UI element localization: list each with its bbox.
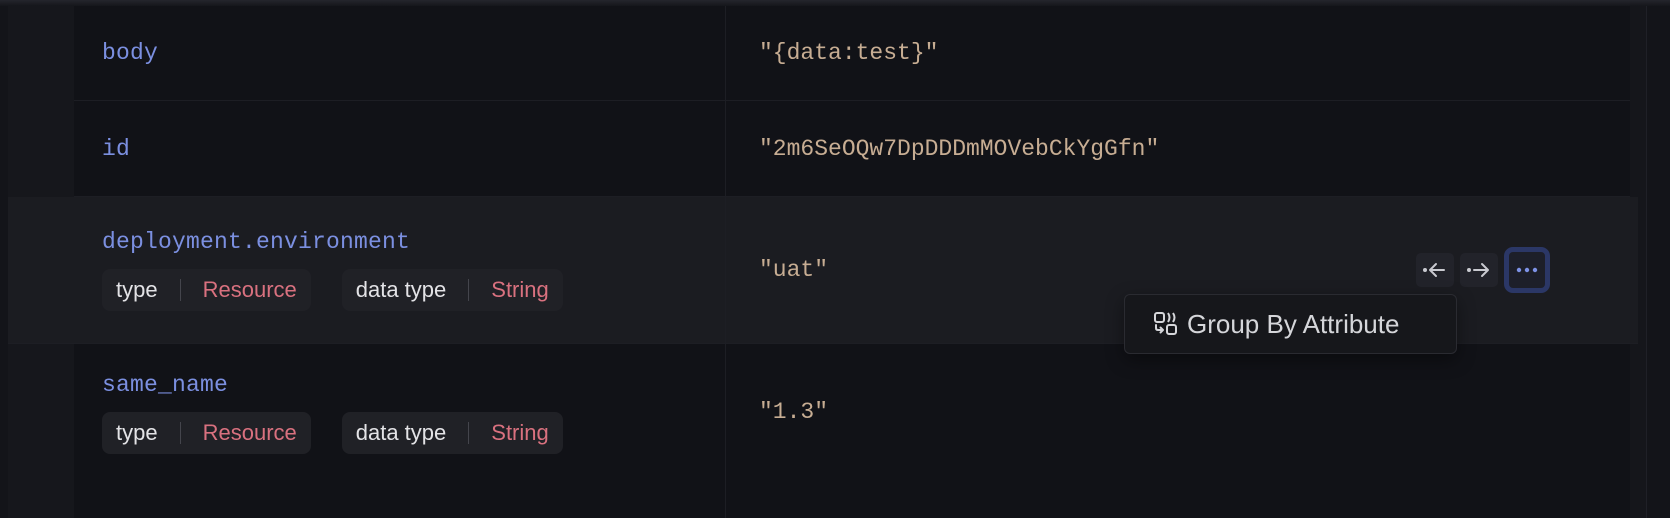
attribute-key: body <box>102 40 159 66</box>
tag-label: data type <box>355 420 447 445</box>
key-cell: deployment.environment type Resource dat… <box>8 197 726 343</box>
attribute-row-same-name[interactable]: same_name type Resource data type String… <box>74 344 1630 518</box>
value-cell: "1.3" <box>726 344 1630 518</box>
key-cell: body <box>74 6 726 100</box>
attribute-value[interactable]: "{data:test}" <box>759 40 938 66</box>
attribute-row-body[interactable]: body "{data:test}" <box>74 6 1630 101</box>
value-cell: "2m6SeOQw7DpDDDmMOVebCkYgGfn" <box>726 101 1630 196</box>
filter-in-button[interactable] <box>1460 253 1498 287</box>
key-cell: same_name type Resource data type String <box>74 344 726 518</box>
tag-value: Resource <box>202 277 297 302</box>
key-cell: id <box>74 101 726 196</box>
value-cell: "{data:test}" <box>726 6 1630 100</box>
attribute-row-id[interactable]: id "2m6SeOQw7DpDDDmMOVebCkYgGfn" <box>74 101 1630 197</box>
attribute-value[interactable]: "uat" <box>759 257 828 283</box>
tag-divider <box>468 422 470 444</box>
type-tag: type Resource <box>102 412 311 454</box>
context-menu: Group By Attribute <box>1124 294 1457 354</box>
attribute-key: same_name <box>102 372 229 398</box>
attribute-value[interactable]: "1.3" <box>759 399 828 425</box>
data-type-tag: data type String <box>341 269 563 311</box>
attribute-tags: type Resource data type String <box>102 412 725 454</box>
tag-divider <box>179 422 181 444</box>
tag-value: String <box>491 420 549 445</box>
tag-divider <box>468 279 470 301</box>
menu-item-label: Group By Attribute <box>1187 308 1400 339</box>
tag-label: data type <box>355 277 447 302</box>
arrow-left-icon <box>1423 263 1445 277</box>
attribute-tags: type Resource data type String <box>102 269 725 311</box>
group-by-icon <box>1153 311 1179 337</box>
row-actions <box>1416 247 1550 293</box>
arrow-right-icon <box>1467 263 1489 277</box>
tag-value: Resource <box>202 420 297 445</box>
more-horizontal-icon <box>1516 267 1538 273</box>
tag-value: String <box>491 277 549 302</box>
attribute-value[interactable]: "2m6SeOQw7DpDDDmMOVebCkYgGfn" <box>759 136 1159 162</box>
attribute-key: id <box>102 135 131 162</box>
tag-label: type <box>116 277 158 302</box>
filter-out-button[interactable] <box>1416 253 1454 287</box>
type-tag: type Resource <box>102 269 311 311</box>
data-type-tag: data type String <box>341 412 563 454</box>
attribute-key: deployment.environment <box>102 229 411 255</box>
menu-item-group-by-attribute[interactable]: Group By Attribute <box>1153 309 1399 340</box>
tag-label: type <box>116 420 158 445</box>
tag-divider <box>179 279 181 301</box>
more-actions-button[interactable] <box>1504 247 1550 293</box>
